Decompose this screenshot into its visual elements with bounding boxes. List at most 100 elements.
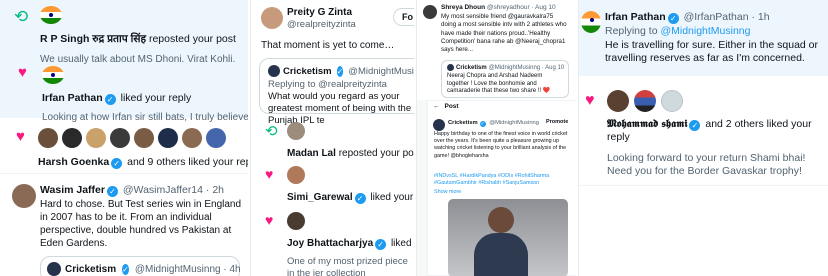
actor-name[interactable]: R P Singh रुद्र प्रताप सिंह xyxy=(40,33,146,45)
reply-handle[interactable]: @MidnightMusinng xyxy=(660,25,750,37)
quote-tweet[interactable]: Cricketism ✓ @MidnightMusinng Replying to… xyxy=(259,58,414,126)
person-body xyxy=(474,233,528,276)
author-name[interactable]: Shreya Dhoun xyxy=(441,4,485,11)
panel-notifications-2: Preity G Zinta @realpreityzinta Fo That … xyxy=(250,0,414,276)
actor-name[interactable]: 𝕸𝖔𝖍𝖆𝖒𝖒𝖆𝖉 𝖘𝖍𝖆𝖒𝖎 xyxy=(607,118,687,130)
author-handle: @MidnightMusinng xyxy=(489,120,539,126)
avatar xyxy=(38,128,58,148)
follow-button[interactable]: Fo xyxy=(393,8,414,26)
avatar-flag xyxy=(581,11,601,33)
avatar xyxy=(607,90,629,112)
avatar xyxy=(287,212,305,230)
action-text: liked your reply xyxy=(370,192,414,203)
avatar xyxy=(287,166,305,184)
heart-icon: ♥ xyxy=(585,92,595,109)
avatar xyxy=(268,65,280,77)
action-text: reposted your post xyxy=(338,148,414,159)
promote-button[interactable]: Promote xyxy=(546,119,568,125)
tweet-text: That moment is yet to come… xyxy=(261,40,395,51)
notif-like[interactable]: Simi_Garewal✓ liked your reply xyxy=(287,192,414,204)
author-name: Cricketism xyxy=(448,120,478,126)
verified-icon: ✓ xyxy=(354,193,366,204)
avatar xyxy=(433,119,445,131)
heart-icon: ♥ xyxy=(18,64,27,81)
page-title: Post xyxy=(444,103,459,110)
panel-tweets: Shreya Dhoun @shreyadhour · Aug 10 My mo… xyxy=(416,0,576,276)
author-name: Cricketism xyxy=(65,263,117,275)
avatar xyxy=(86,128,106,148)
post-image xyxy=(448,199,568,276)
back-arrow-icon[interactable]: ← xyxy=(433,103,440,110)
verified-icon: ✓ xyxy=(667,13,679,24)
notif-repost[interactable]: Madan Lal reposted your post xyxy=(287,148,414,159)
notif-like[interactable]: Joy Bhattacharjya✓ liked your reply xyxy=(287,238,414,250)
avatar xyxy=(12,184,36,208)
action-text: reposted your post xyxy=(148,33,236,45)
author-name[interactable]: Wasim Jaffer xyxy=(40,184,105,196)
reply-prefix: Replying to xyxy=(605,25,658,37)
post-snippet: One of my most prized piece in the jer c… xyxy=(287,256,408,276)
repost-icon: ⟲ xyxy=(14,7,29,26)
avatar xyxy=(287,122,305,140)
avatar xyxy=(423,5,437,19)
actor-name[interactable]: Madan Lal xyxy=(287,148,336,159)
verified-icon: ✓ xyxy=(479,121,486,127)
tweet[interactable]: Wasim Jaffer ✓ @WasimJaffer14 · 2h Hard t… xyxy=(0,178,248,276)
author-handle: @MidnightMusinng · Aug 10 xyxy=(488,64,565,71)
verified-icon: ✓ xyxy=(111,158,123,169)
notif-like-group[interactable]: ♥ Harsh Goenka ✓ and 9 others liked your … xyxy=(0,122,248,174)
author-handle: @IrfanPathan · 1h xyxy=(683,11,770,23)
notif-repost[interactable]: ⟲ R P Singh रुद्र प्रताप सिंह reposted y… xyxy=(0,0,248,123)
verified-icon: ✓ xyxy=(104,94,116,105)
author-handle: @MidnightMusinng · 4h xyxy=(134,263,241,275)
post-detail[interactable]: ← Post Cricketism ✓ @MidnightMusinng Prom… xyxy=(427,100,576,276)
author-handle: @MidnightMusinng xyxy=(348,65,414,77)
notif-like-group[interactable]: ♥ 𝕸𝖔𝖍𝖆𝖒𝖒𝖆𝖉 𝖘𝖍𝖆𝖒𝖎 ✓ and 2 others liked you… xyxy=(579,86,828,186)
avatar-flag xyxy=(42,66,64,84)
post-snippet: We usually talk about MS Dhoni. Virat Ko… xyxy=(40,54,236,65)
quote-text: What would you regard as your greatest m… xyxy=(268,91,412,126)
verified-icon: ✓ xyxy=(336,65,344,77)
heart-icon: ♥ xyxy=(16,128,25,145)
quote-tweet[interactable]: Cricketism ✓ @MidnightMusinng · 4h xyxy=(40,256,241,276)
hashtags[interactable]: #INDvsSL #HardikPandya #ODIs #RohitSharm… xyxy=(434,173,572,187)
author-name: Cricketism xyxy=(283,65,332,77)
avatar xyxy=(206,128,226,148)
author-name: Cricketism xyxy=(456,64,487,71)
heart-icon: ♥ xyxy=(265,166,274,182)
author-handle: @shreyadhour · Aug 10 xyxy=(486,4,556,11)
panel-notifications-4: Irfan Pathan ✓ @IrfanPathan · 1h Replying… xyxy=(578,0,828,276)
author-handle: @realpreityzinta xyxy=(287,19,356,30)
avatar-flag xyxy=(40,6,62,24)
author-handle: @WasimJaffer14 · 2h xyxy=(122,184,224,196)
author-name: Preity G Zinta xyxy=(287,7,353,18)
author-name[interactable]: Irfan Pathan xyxy=(605,11,666,23)
action-text: liked your reply xyxy=(390,238,414,249)
action-text: and 9 others liked your reply xyxy=(127,156,248,168)
verified-icon: ✓ xyxy=(122,263,129,275)
tweet-text: He is travelling for sure. Either in the… xyxy=(605,39,819,64)
tweet-text: My most sensible friend @gauravkalra75 d… xyxy=(441,13,567,54)
actor-name[interactable]: Irfan Pathan xyxy=(42,92,103,104)
tweet[interactable]: Irfan Pathan ✓ @IrfanPathan · 1h Replying… xyxy=(579,0,828,76)
actor-name[interactable]: Harsh Goenka xyxy=(38,156,109,168)
avatar xyxy=(47,262,61,276)
actor-name[interactable]: Joy Bhattacharjya xyxy=(287,238,373,249)
tweet-text: Happy birthday to one of the finest voic… xyxy=(434,131,568,159)
avatar xyxy=(62,128,82,148)
tweet[interactable]: Shreya Dhoun @shreyadhour · Aug 10 My mo… xyxy=(417,0,576,100)
show-more-link[interactable]: Show more xyxy=(434,189,461,195)
verified-icon: ✓ xyxy=(375,239,387,250)
action-text: liked your reply xyxy=(120,92,192,104)
reply-context: Replying to @realpreityzinta xyxy=(268,79,387,90)
heart-icon: ♥ xyxy=(265,212,274,228)
avatar xyxy=(158,128,178,148)
repost-icon: ⟲ xyxy=(265,123,278,140)
tweet-text: Hard to chose. But Test series win in En… xyxy=(40,199,242,249)
quote-tweet[interactable]: Cricketism @MidnightMusinng · Aug 10 Nee… xyxy=(441,60,569,98)
avatar xyxy=(447,64,454,71)
avatar xyxy=(634,90,656,112)
panel-notifications-1: ⟲ R P Singh रुद्र प्रताप सिंह reposted y… xyxy=(0,0,248,276)
actor-name[interactable]: Simi_Garewal xyxy=(287,192,353,203)
avatar xyxy=(110,128,130,148)
